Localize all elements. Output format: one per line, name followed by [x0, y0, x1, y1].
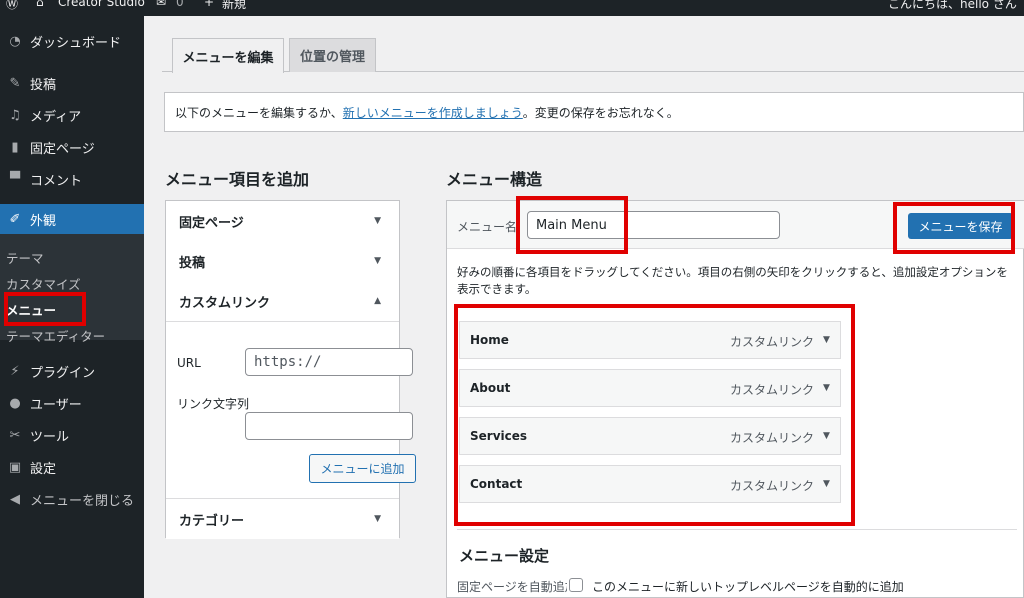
submenu-item-theme-editor[interactable]: テーマエディター — [6, 326, 105, 345]
menu-name-label: メニュー名 — [457, 220, 518, 234]
menu-label: コメント — [30, 173, 83, 189]
tab-edit-menus[interactable]: メニューを編集 — [172, 38, 284, 73]
collapse-icon: ◀ — [10, 491, 20, 507]
wordpress-logo-icon[interactable]: Ⓦ — [6, 0, 18, 12]
menu-item-tools[interactable]: ✂ ツール — [0, 420, 144, 450]
arrow-down-icon: ▼ — [374, 216, 381, 226]
accordion-custom-links[interactable]: カスタムリンク ▲ — [166, 281, 399, 322]
submenu-item-themes[interactable]: テーマ — [6, 248, 44, 267]
accordion-pages[interactable]: 固定ページ ▼ — [166, 201, 399, 242]
url-label: URL — [177, 356, 201, 370]
highlight-box-menu-name — [516, 196, 628, 254]
menu-label: 設定 — [30, 461, 57, 477]
accordion-title: カスタムリンク — [179, 295, 271, 311]
comment-count: 0 — [176, 0, 184, 9]
accordion-title: 固定ページ — [179, 215, 244, 231]
add-menu-items-heading: メニュー項目を追加 — [165, 170, 310, 189]
accordion-title: 投稿 — [179, 255, 206, 271]
settings-divider — [457, 529, 1017, 530]
admin-bar: Ⓦ ⌂ Creator Studio ✉ 0 + 新規 こんにちは、hello … — [0, 0, 1024, 16]
comment-icon: ▀ — [10, 171, 20, 187]
plugin-icon: ⚡ — [10, 363, 20, 379]
menu-item-media[interactable]: ♫ メディア — [0, 100, 144, 130]
notice-text-before: 以下のメニューを編集するか、 — [175, 105, 343, 120]
auto-add-label: 固定ページを自動追加 — [457, 580, 567, 594]
arrow-up-icon: ▲ — [374, 296, 381, 306]
accordion-categories[interactable]: カテゴリー ▼ — [166, 498, 399, 539]
site-name-link[interactable]: Creator Studio — [58, 0, 145, 9]
pin-icon: ✎ — [9, 75, 21, 91]
accordion-posts[interactable]: 投稿 ▼ — [166, 241, 399, 282]
link-text-input[interactable] — [245, 412, 413, 440]
home-icon: ⌂ — [36, 0, 44, 9]
create-menu-link[interactable]: 新しいメニューを作成しましょう — [343, 104, 523, 121]
menu-label: メディア — [30, 109, 82, 125]
add-to-menu-button[interactable]: メニューに追加 — [309, 454, 416, 483]
accordion-title: カテゴリー — [179, 513, 245, 529]
menu-label: ユーザー — [30, 397, 82, 413]
account-greeting[interactable]: こんにちは、hello さん — [888, 0, 1017, 12]
menu-item-dashboard[interactable]: ◔ ダッシュボード — [0, 26, 144, 56]
add-items-accordion: 固定ページ ▼ 投稿 ▼ カスタムリンク ▲ URL https:// リンク文字列 … — [165, 200, 416, 539]
menu-item-users[interactable]: ● ユーザー — [0, 388, 144, 418]
tab-manage-locations[interactable]: 位置の管理 — [289, 38, 376, 72]
menu-label: ダッシュボード — [30, 35, 122, 51]
dashboard-icon: ◔ — [9, 33, 21, 49]
menu-instructions: 好みの順番に各項目をドラッグしてください。項目の右側の矢印をクリックすると、追加… — [457, 265, 1008, 296]
menu-item-comments[interactable]: ▀ コメント — [0, 164, 144, 194]
menu-label: 外観 — [30, 213, 57, 229]
submenu-item-customize[interactable]: カスタマイズ — [6, 274, 81, 293]
highlight-box-menu-items — [454, 304, 855, 526]
main-content: メニューを編集 位置の管理 以下のメニューを編集するか、 新しいメニューを作成しま… — [144, 16, 1024, 598]
menu-label: メニューを閉じる — [30, 493, 135, 509]
collapse-menu-button[interactable]: ◀ メニューを閉じる — [0, 484, 144, 514]
media-icon: ♫ — [9, 107, 21, 123]
link-text-label: リンク文字列 — [177, 397, 250, 411]
comment-icon[interactable]: ✉ — [156, 0, 166, 9]
menu-settings-heading: メニュー設定 — [459, 547, 550, 565]
menu-label: 固定ページ — [30, 141, 95, 157]
menu-label: 投稿 — [30, 77, 57, 93]
user-icon: ● — [9, 395, 21, 411]
menu-item-plugins[interactable]: ⚡ プラグイン — [0, 356, 144, 386]
settings-icon: ▣ — [8, 459, 22, 475]
menu-item-pages[interactable]: ▮ 固定ページ — [0, 132, 144, 162]
url-input[interactable]: https:// — [245, 348, 413, 376]
menu-label: プラグイン — [30, 365, 96, 381]
auto-add-description: このメニューに新しいトップレベルページを自動的に追加 — [592, 580, 904, 594]
notice-bar: 以下のメニューを編集するか、 新しいメニューを作成しましょう 。変更の保存をお忘れな… — [164, 92, 1024, 132]
menu-item-appearance[interactable]: ✐ 外観 — [0, 204, 144, 234]
appearance-icon: ✐ — [9, 211, 21, 227]
plus-icon: + — [204, 0, 215, 9]
menu-item-posts[interactable]: ✎ 投稿 — [0, 68, 144, 98]
highlight-box-save-button — [893, 202, 1015, 254]
page-icon: ▮ — [11, 139, 19, 155]
highlight-box-menus — [4, 292, 86, 326]
menu-item-settings[interactable]: ▣ 設定 — [0, 452, 144, 482]
auto-add-checkbox[interactable] — [569, 578, 583, 592]
arrow-down-icon: ▼ — [374, 514, 381, 524]
notice-text-after: 。変更の保存をお忘れなく。 — [522, 105, 679, 120]
tool-icon: ✂ — [9, 427, 21, 443]
menu-label: ツール — [30, 429, 70, 445]
menu-structure-heading: メニュー構造 — [446, 170, 543, 189]
new-content-link[interactable]: 新規 — [222, 0, 246, 12]
arrow-down-icon: ▼ — [374, 256, 381, 266]
